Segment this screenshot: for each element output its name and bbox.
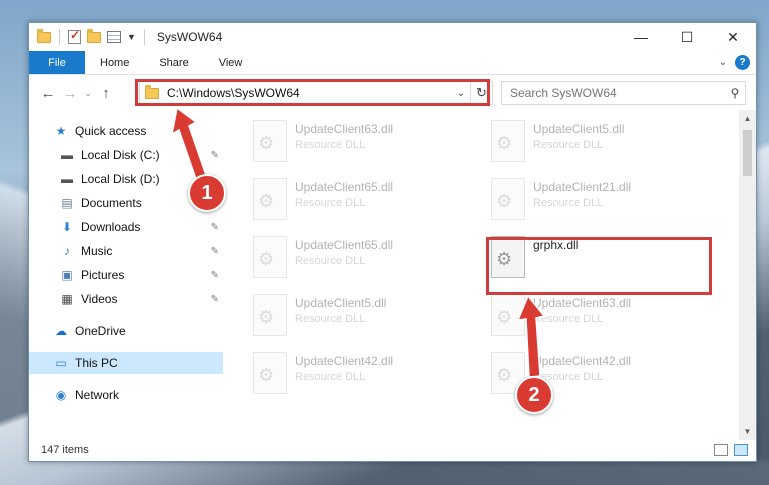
- step-1-badge: 1: [188, 174, 226, 212]
- arrow-2: [516, 294, 546, 378]
- annotation-arrows: [170, 106, 546, 378]
- arrow-1: [170, 106, 208, 183]
- step-2-badge: 2: [515, 376, 553, 414]
